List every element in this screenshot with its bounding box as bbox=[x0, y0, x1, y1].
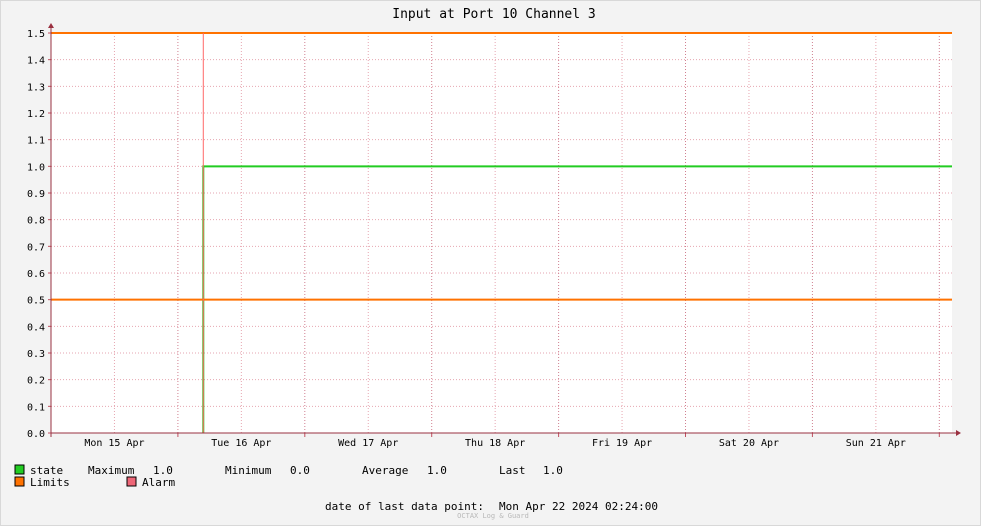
y-tick-label: 0.5 bbox=[27, 296, 45, 307]
x-tick-label: Sat 20 Apr bbox=[719, 438, 779, 449]
chart-canvas: Input at Port 10 Channel 3 0.0 0.1 0.2 0.3 0… bbox=[0, 0, 981, 526]
y-tick-label: 1.0 bbox=[27, 162, 45, 173]
x-tick-label: Fri 19 Apr bbox=[592, 438, 652, 449]
y-tick-label: 0.3 bbox=[27, 349, 45, 360]
legend-swatch-state bbox=[14, 464, 25, 475]
watermark: OCTAX Log & Guard bbox=[457, 512, 529, 520]
plot-area bbox=[51, 33, 952, 433]
y-tick-label: 0.1 bbox=[27, 402, 45, 413]
y-tick-label: 1.5 bbox=[27, 29, 45, 40]
y-tick-label: 0.2 bbox=[27, 376, 45, 387]
chart-title: Input at Port 10 Channel 3 bbox=[392, 7, 596, 22]
y-tick-label: 0.6 bbox=[27, 269, 45, 280]
stat-value-average: 1.0 bbox=[427, 464, 447, 477]
legend-swatch-alarm bbox=[126, 476, 137, 487]
stat-label-last: Last bbox=[499, 464, 526, 477]
x-tick-label: Wed 17 Apr bbox=[338, 438, 398, 449]
legend-label-alarm: Alarm bbox=[142, 476, 175, 489]
y-tick-label: 0.9 bbox=[27, 189, 45, 200]
stat-label-average: Average bbox=[362, 464, 408, 477]
y-tick-label: 0.0 bbox=[27, 429, 45, 440]
y-tick-label: 0.7 bbox=[27, 242, 45, 253]
legend-label-limits: Limits bbox=[30, 476, 70, 489]
y-tick-label: 0.4 bbox=[27, 322, 45, 333]
x-tick-label: Mon 15 Apr bbox=[84, 438, 144, 449]
stat-label-minimum: Minimum bbox=[225, 464, 272, 477]
stat-value-minimum: 0.0 bbox=[290, 464, 310, 477]
legend-swatch-limits bbox=[14, 476, 25, 487]
stat-value-last: 1.0 bbox=[543, 464, 563, 477]
x-tick-label: Sun 21 Apr bbox=[846, 438, 906, 449]
x-tick-label: Thu 18 Apr bbox=[465, 438, 525, 449]
y-tick-label: 1.4 bbox=[27, 56, 45, 67]
stat-label-maximum: Maximum bbox=[88, 464, 135, 477]
y-tick-label: 0.8 bbox=[27, 216, 45, 227]
y-tick-label: 1.2 bbox=[27, 109, 45, 120]
y-tick-label: 1.3 bbox=[27, 82, 45, 93]
y-tick-label: 1.1 bbox=[27, 136, 45, 147]
x-tick-label: Tue 16 Apr bbox=[211, 438, 271, 449]
